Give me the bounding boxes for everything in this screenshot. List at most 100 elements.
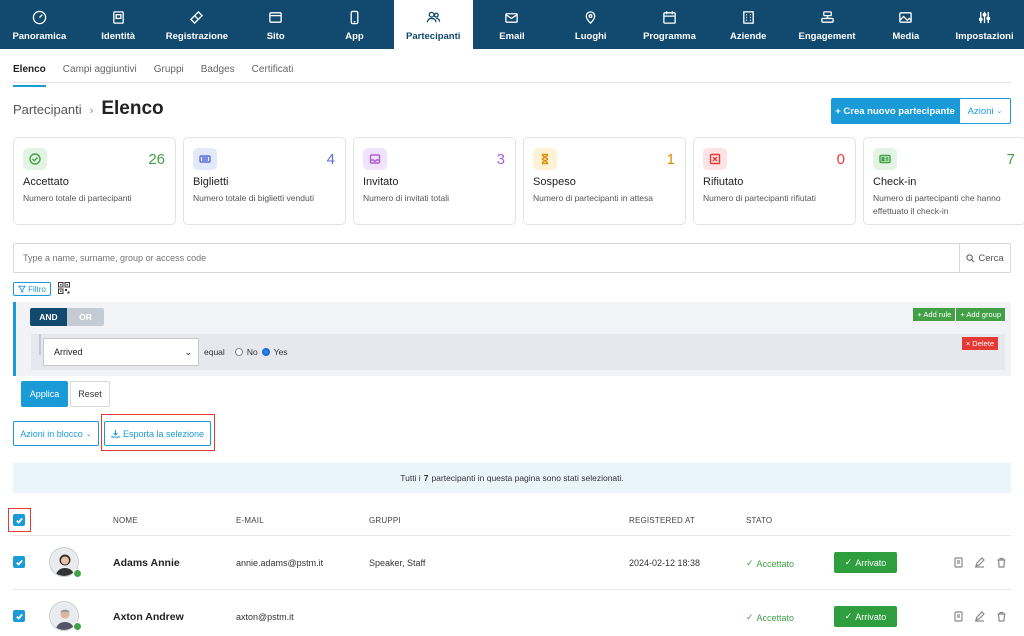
x-square-icon <box>703 148 727 170</box>
arrived-label: Arrivato <box>855 557 887 568</box>
nav-panoramica[interactable]: Panoramica <box>0 0 79 49</box>
stat-card-sospeso[interactable]: 1 Sospeso Numero di partecipanti in atte… <box>523 137 686 225</box>
nav-impostazioni[interactable]: Impostazioni <box>945 0 1024 49</box>
check-icon <box>15 559 23 566</box>
trash-icon[interactable] <box>996 611 1007 622</box>
nav-media[interactable]: Media <box>866 0 945 49</box>
select-all-checkbox[interactable] <box>13 514 25 526</box>
apply-filter-button[interactable]: Applica <box>21 381 68 407</box>
stat-description: Numero totale di partecipanti <box>23 193 132 203</box>
subtabs: Elenco Campi aggiuntivi Gruppi Badges Ce… <box>13 64 310 87</box>
trash-icon[interactable] <box>996 557 1007 568</box>
col-header-registered[interactable]: REGISTERED AT <box>629 516 695 525</box>
stat-card-biglietti[interactable]: 4 Biglietti Numero totale di biglietti v… <box>183 137 346 225</box>
search-bar: Cerca <box>13 243 1011 273</box>
stat-label: Accettato <box>23 176 69 188</box>
participant-email: annie.adams@pstm.it <box>236 558 324 568</box>
qr-code-icon[interactable] <box>58 282 70 294</box>
breadcrumb-separator: › <box>89 105 94 117</box>
subtab-elenco[interactable]: Elenco <box>13 64 46 87</box>
col-header-status[interactable]: STATO <box>746 516 772 525</box>
export-selection-label: Esporta la selezione <box>122 428 205 439</box>
nav-email[interactable]: Email <box>473 0 552 49</box>
export-selection-button[interactable]: Esporta la selezione <box>104 421 211 446</box>
col-header-name[interactable]: NOME <box>113 516 138 525</box>
participant-name[interactable]: Adams Annie <box>113 557 180 569</box>
nav-aziende[interactable]: Aziende <box>709 0 788 49</box>
actions-label: Azioni <box>967 105 994 117</box>
map-pin-icon <box>585 10 596 24</box>
filter-toggle-button[interactable]: Filtro <box>13 282 51 296</box>
breadcrumb-parent[interactable]: Partecipanti <box>13 102 82 117</box>
page-title: Elenco <box>101 98 164 119</box>
stat-label: Rifiutato <box>703 176 744 188</box>
search-button[interactable]: Cerca <box>959 244 1010 272</box>
reset-filter-button[interactable]: Reset <box>70 381 110 407</box>
create-participant-button[interactable]: + Crea nuovo partecipante <box>831 98 959 124</box>
participant-registered-at: 2024-02-12 18:38 <box>629 558 701 568</box>
stat-value: 0 <box>836 151 845 168</box>
row-checkbox[interactable] <box>13 610 25 622</box>
participant-name[interactable]: Axton Andrew <box>113 611 184 623</box>
badge-icon[interactable] <box>953 611 964 622</box>
nav-identita[interactable]: Identità <box>79 0 158 49</box>
add-group-button[interactable]: + Add group <box>956 308 1005 321</box>
check-icon: ✓ <box>746 612 754 622</box>
check-icon: ✓ <box>746 558 754 568</box>
edit-icon[interactable] <box>974 557 985 568</box>
ticket-icon <box>190 10 204 24</box>
nav-partecipanti[interactable]: Partecipanti <box>393 0 473 49</box>
nav-engagement[interactable]: Engagement <box>788 0 867 49</box>
delete-rule-button[interactable]: × Delete <box>961 337 998 350</box>
row-checkbox[interactable] <box>13 556 25 568</box>
subtab-certificati[interactable]: Certificati <box>252 64 294 87</box>
check-circle-icon <box>23 148 47 170</box>
radio-no[interactable] <box>234 348 243 356</box>
nav-luoghi[interactable]: Luoghi <box>551 0 630 49</box>
top-nav: Panoramica Identità Registrazione Sito A… <box>0 0 1024 49</box>
row-divider <box>13 589 1011 590</box>
hourglass-icon <box>533 148 557 170</box>
badge-icon[interactable] <box>953 557 964 568</box>
building-icon <box>742 10 754 24</box>
col-header-email[interactable]: E-MAIL <box>236 516 264 525</box>
gauge-icon <box>32 10 47 24</box>
stat-card-invitato[interactable]: 3 Invitato Numero di invitati totali <box>353 137 516 225</box>
banner-count: 7 <box>423 473 429 483</box>
actions-dropdown-button[interactable]: Azioni ⌄ <box>959 98 1011 124</box>
stat-value: 26 <box>148 151 165 168</box>
rule-field-select[interactable]: Arrived ⌄ <box>43 338 199 366</box>
stat-description: Numero di partecipanti che hanno effettu… <box>873 193 1001 216</box>
participant-status: ✓ Accettato <box>746 558 794 569</box>
inbox-icon <box>363 148 387 170</box>
users-icon <box>426 11 440 22</box>
stat-card-rifiutato[interactable]: 0 Rifiutato Numero di partecipanti rifiu… <box>693 137 856 225</box>
radio-yes[interactable] <box>261 348 270 356</box>
status-label: Accettato <box>756 612 795 623</box>
subtab-gruppi[interactable]: Gruppi <box>154 64 184 87</box>
nav-registrazione[interactable]: Registrazione <box>158 0 237 49</box>
nav-programma[interactable]: Programma <box>630 0 709 49</box>
arrived-button[interactable]: ✓ Arrivato <box>834 606 897 627</box>
search-input[interactable] <box>14 244 959 272</box>
or-button[interactable]: OR <box>67 308 104 326</box>
stat-description: Numero di partecipanti rifiutati <box>703 193 816 203</box>
nav-app[interactable]: App <box>315 0 394 49</box>
subtab-badges[interactable]: Badges <box>201 64 235 87</box>
participant-email: axton@pstm.it <box>236 612 294 622</box>
stat-card-accettato[interactable]: 26 Accettato Numero totale di partecipan… <box>13 137 176 225</box>
stat-card-check-in[interactable]: 7 Check-in Numero di partecipanti che ha… <box>863 137 1024 225</box>
edit-icon[interactable] <box>974 611 985 622</box>
rule-operator: equal No Yes <box>204 347 288 357</box>
and-button[interactable]: AND <box>30 308 67 326</box>
nav-sito[interactable]: Sito <box>236 0 315 49</box>
add-buttons: + Add rule + Add group <box>913 308 1005 321</box>
rule-connector <box>39 334 41 355</box>
id-card-icon <box>873 148 897 170</box>
arrived-button[interactable]: ✓ Arrivato <box>834 552 897 573</box>
col-header-groups[interactable]: GRUPPI <box>369 516 401 525</box>
bulk-actions-button[interactable]: Azioni in blocco ⌄ <box>13 421 99 446</box>
add-rule-button[interactable]: + Add rule <box>913 308 957 321</box>
row-divider <box>13 535 1011 536</box>
subtab-campi-aggiuntivi[interactable]: Campi aggiuntivi <box>63 64 137 87</box>
